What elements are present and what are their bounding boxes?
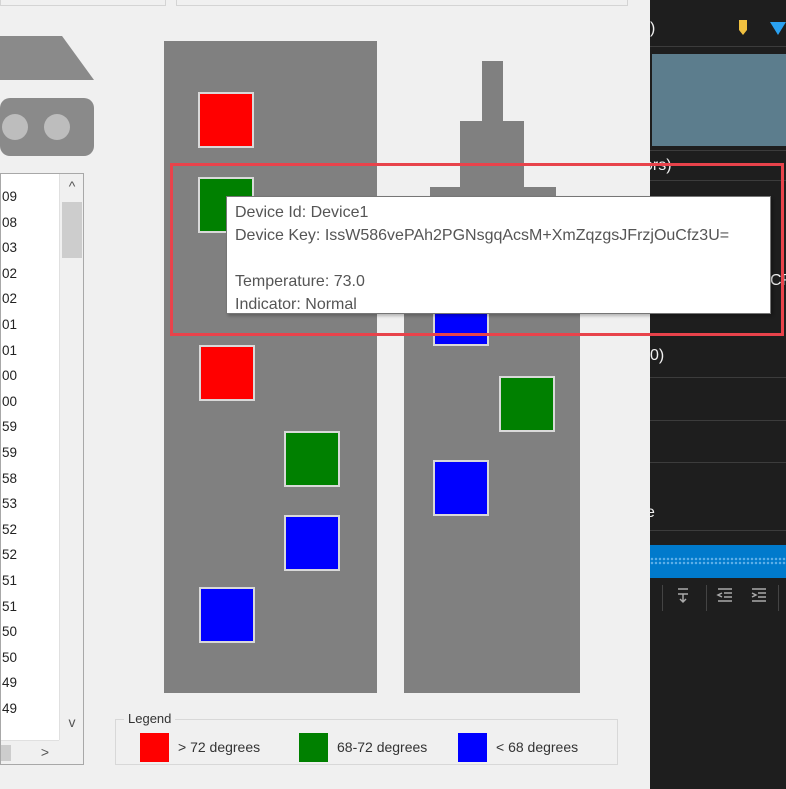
ide-panel: ) ors) CR 0) e bbox=[644, 0, 786, 789]
top-panel-fragment-right bbox=[176, 0, 628, 6]
list-item[interactable]: 49 bbox=[1, 670, 21, 696]
divider bbox=[650, 530, 786, 531]
list-item[interactable]: 52 bbox=[1, 517, 21, 543]
list-item[interactable]: 58 bbox=[1, 466, 21, 492]
building-left bbox=[164, 41, 377, 693]
divider bbox=[650, 377, 786, 378]
panel-text-fragment: e bbox=[646, 504, 655, 521]
step-out-icon[interactable] bbox=[672, 586, 694, 608]
tooltip-device-key: Device Key: IssW586vePAh2PGNsgqAcsM+XmZq… bbox=[235, 227, 730, 244]
legend-label-cold: < 68 degrees bbox=[496, 739, 579, 755]
toolbar-separator bbox=[778, 585, 779, 611]
divider bbox=[650, 46, 786, 47]
top-panel-fragment-left bbox=[0, 0, 166, 6]
building-right-upper bbox=[460, 121, 524, 193]
sensor-device[interactable] bbox=[198, 92, 254, 148]
legend-swatch-cold bbox=[458, 733, 487, 762]
list-item[interactable]: 09 bbox=[1, 184, 21, 210]
legend-title: Legend bbox=[124, 711, 176, 726]
horizontal-scrollbar[interactable]: > bbox=[1, 740, 59, 764]
toolbar-separator bbox=[662, 585, 663, 611]
list-item[interactable]: 00 bbox=[1, 363, 21, 389]
list-item[interactable]: 51 bbox=[1, 594, 21, 620]
list-item[interactable]: 01 bbox=[1, 312, 21, 338]
legend-label-normal: 68-72 degrees bbox=[337, 739, 428, 755]
building-right-lower bbox=[404, 314, 580, 693]
list-item[interactable]: 02 bbox=[1, 261, 21, 287]
scroll-down-button[interactable]: v bbox=[60, 714, 84, 730]
list-item[interactable]: 51 bbox=[1, 568, 21, 594]
list-item[interactable]: 53 bbox=[1, 491, 21, 517]
device-body-icon bbox=[0, 98, 94, 156]
sensor-device[interactable] bbox=[499, 376, 555, 432]
scroll-right-button[interactable]: > bbox=[33, 744, 57, 760]
device-tooltip: Device Id: Device1 Device Key: IssW586ve… bbox=[226, 196, 771, 314]
triangle-marker-icon[interactable] bbox=[770, 22, 786, 36]
list-item[interactable]: 59 bbox=[1, 414, 21, 440]
legend-label-hot: > 72 degrees bbox=[178, 739, 261, 755]
cpu-usage-graph bbox=[652, 54, 786, 146]
sensor-device[interactable] bbox=[284, 431, 340, 487]
panel-text-fragment: ors) bbox=[644, 157, 672, 174]
sensor-device[interactable] bbox=[433, 460, 489, 516]
tooltip-blank-line bbox=[235, 247, 762, 270]
toolbar-separator bbox=[706, 585, 707, 611]
tooltip-indicator: Indicator: Normal bbox=[235, 296, 357, 313]
list-item[interactable]: 50 bbox=[1, 619, 21, 645]
scroll-up-button[interactable]: ^ bbox=[60, 178, 84, 194]
list-item[interactable]: 00 bbox=[1, 389, 21, 415]
list-item[interactable]: 52 bbox=[1, 542, 21, 568]
device-light-icon bbox=[2, 114, 28, 140]
scroll-thumb[interactable] bbox=[62, 202, 82, 258]
indent-icon[interactable] bbox=[748, 586, 770, 608]
legend-swatch-hot bbox=[140, 733, 169, 762]
progress-band bbox=[650, 545, 786, 578]
panel-text-fragment: 0) bbox=[650, 347, 665, 364]
vertical-scrollbar[interactable]: ^ v bbox=[59, 174, 83, 740]
legend: Legend > 72 degrees 68-72 degrees < 68 d… bbox=[115, 711, 618, 765]
list-item[interactable]: 50 bbox=[1, 645, 21, 671]
divider bbox=[650, 462, 786, 463]
divider bbox=[650, 180, 786, 181]
list-item[interactable]: 59 bbox=[1, 440, 21, 466]
panel-text-fragment: ) bbox=[650, 20, 656, 37]
list-item[interactable]: 08 bbox=[1, 210, 21, 236]
list-item[interactable]: 03 bbox=[1, 235, 21, 261]
tooltip-temperature: Temperature: 73.0 bbox=[235, 273, 365, 290]
device-list[interactable]: 09 08 03 02 02 01 01 00 00 59 59 58 53 52 52 51 51 50 50 49… bbox=[0, 173, 84, 765]
list-item[interactable]: 02 bbox=[1, 286, 21, 312]
divider bbox=[650, 150, 786, 151]
sensor-device[interactable] bbox=[284, 515, 340, 571]
scrollbar-corner bbox=[59, 740, 83, 764]
sensor-device[interactable] bbox=[199, 587, 255, 643]
divider bbox=[650, 420, 786, 421]
horizontal-scroll-thumb[interactable] bbox=[1, 745, 11, 761]
legend-swatch-normal bbox=[299, 733, 328, 762]
flag-icon[interactable] bbox=[738, 20, 748, 36]
list-item[interactable]: 49 bbox=[1, 696, 21, 722]
building-right-spire bbox=[482, 61, 503, 123]
sensor-device[interactable] bbox=[199, 345, 255, 401]
list-item[interactable]: 01 bbox=[1, 338, 21, 364]
panel-text-fragment: CR bbox=[770, 272, 786, 289]
device-light-icon bbox=[44, 114, 70, 140]
tooltip-device-id: Device Id: Device1 bbox=[235, 204, 369, 221]
outdent-icon[interactable] bbox=[714, 586, 736, 608]
device-lid-icon bbox=[0, 36, 94, 80]
